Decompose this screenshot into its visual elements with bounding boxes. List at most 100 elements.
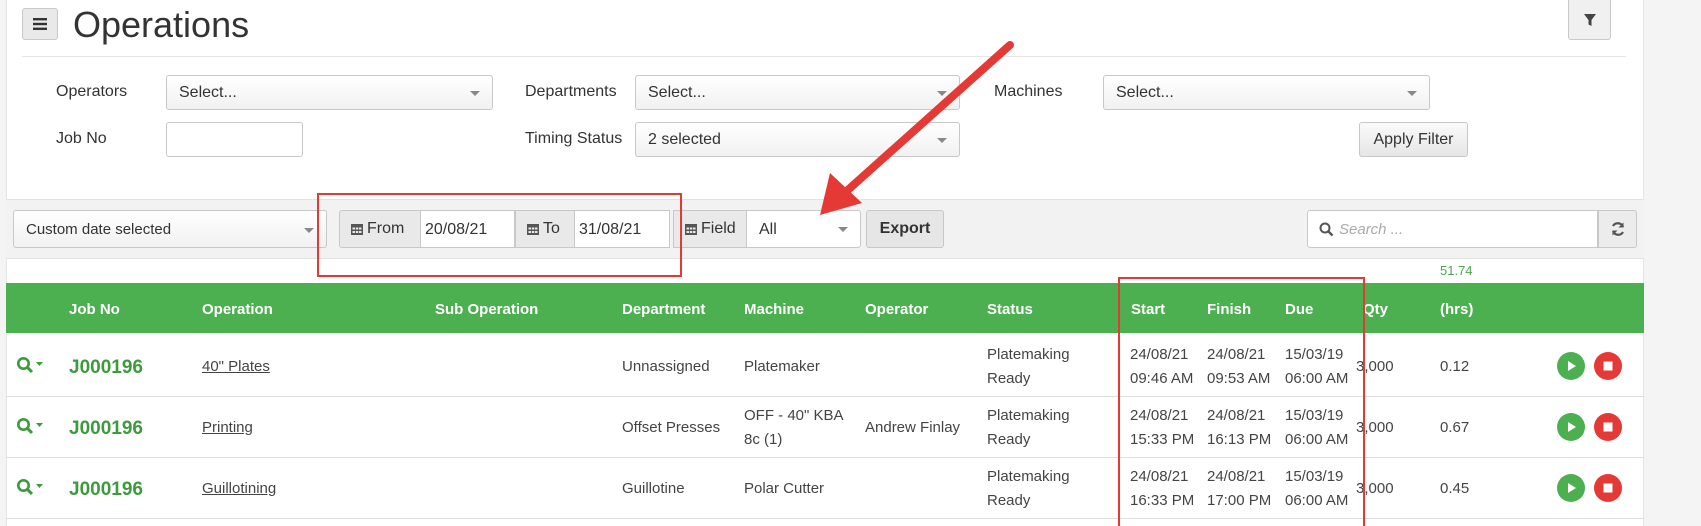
page-title: Operations	[73, 4, 250, 45]
column-header-finish[interactable]: Finish	[1207, 301, 1251, 318]
row-details-button[interactable]	[16, 478, 44, 501]
department-cell: Guillotine	[622, 480, 685, 497]
column-header-hrs[interactable]: (hrs)	[1440, 301, 1473, 318]
to-label: To	[543, 220, 560, 237]
status-line-2: Ready	[987, 431, 1031, 448]
calendar-icon	[685, 224, 697, 235]
status-line-1: Platemaking	[987, 468, 1070, 485]
department-cell: Offset Presses	[622, 419, 721, 436]
due-date: 15/03/19	[1285, 407, 1344, 424]
status-line-2: Ready	[987, 492, 1031, 509]
departments-select-value: Select...	[648, 84, 706, 101]
finish-time: 17:00 PM	[1207, 492, 1272, 509]
search-icon	[17, 418, 43, 435]
column-header-due[interactable]: Due	[1285, 301, 1313, 318]
search-icon	[17, 357, 43, 374]
stop-button[interactable]	[1594, 352, 1622, 380]
chevron-down-icon	[1407, 91, 1417, 96]
operators-label: Operators	[56, 83, 128, 100]
due-time: 06:00 AM	[1285, 492, 1349, 509]
start-date: 24/08/21	[1130, 407, 1189, 424]
qty-cell: 3,000	[1356, 358, 1394, 375]
due-date: 15/03/19	[1285, 346, 1344, 363]
date-preset-value: Custom date selected	[26, 221, 172, 238]
start-button[interactable]	[1557, 352, 1585, 380]
operation-link[interactable]: Printing	[202, 419, 253, 436]
job-no-link[interactable]: J000196	[69, 479, 143, 501]
stop-button[interactable]	[1594, 474, 1622, 502]
column-header-qty[interactable]: Qty	[1363, 301, 1388, 318]
start-time: 16:33 PM	[1130, 492, 1195, 509]
column-header-department[interactable]: Department	[622, 301, 705, 318]
from-date-input[interactable]: 20/08/21	[421, 210, 515, 248]
to-date-input[interactable]: 31/08/21	[575, 210, 670, 248]
column-header-machine[interactable]: Machine	[744, 301, 804, 318]
field-select-value: All	[759, 221, 777, 238]
job-no-link[interactable]: J000196	[69, 357, 143, 379]
calendar-icon	[527, 224, 539, 235]
stop-icon	[1603, 361, 1613, 371]
column-header-operator[interactable]: Operator	[865, 301, 928, 318]
column-header-status[interactable]: Status	[987, 301, 1033, 318]
chevron-down-icon	[304, 228, 314, 233]
column-header-start[interactable]: Start	[1131, 301, 1165, 318]
job-no-input[interactable]	[166, 122, 303, 157]
due-date: 15/03/19	[1285, 468, 1344, 485]
total-hours: 51.74	[1440, 263, 1473, 278]
finish-date: 24/08/21	[1207, 346, 1266, 363]
refresh-button[interactable]	[1598, 210, 1637, 248]
start-date: 24/08/21	[1130, 468, 1189, 485]
stop-button[interactable]	[1594, 413, 1622, 441]
finish-date: 24/08/21	[1207, 468, 1266, 485]
apply-filter-button[interactable]: Apply Filter	[1359, 122, 1468, 157]
annotation-arrow-icon	[820, 41, 1014, 215]
search-icon	[17, 479, 43, 496]
machines-select-value: Select...	[1116, 84, 1174, 101]
finish-time: 09:53 AM	[1207, 370, 1271, 387]
machine-line-2: 8c (1)	[744, 431, 783, 448]
start-time: 15:33 PM	[1130, 431, 1195, 448]
play-icon	[1568, 422, 1576, 432]
stop-icon	[1603, 483, 1613, 493]
field-addon: Field	[673, 210, 747, 248]
date-preset-select[interactable]: Custom date selected	[13, 210, 327, 248]
machine-cell: Platemaker	[744, 358, 820, 375]
machine-cell: Polar Cutter	[744, 480, 825, 497]
row-divider	[6, 457, 1644, 458]
hamburger-icon	[33, 18, 47, 30]
qty-cell: 3,000	[1356, 480, 1394, 497]
field-label: Field	[701, 220, 736, 237]
operation-link[interactable]: Guillotining	[202, 480, 276, 497]
status-line-1: Platemaking	[987, 346, 1070, 363]
operators-select[interactable]: Select...	[166, 75, 493, 110]
row-divider	[6, 396, 1644, 397]
row-details-button[interactable]	[16, 356, 44, 379]
refresh-icon	[1611, 222, 1624, 236]
status-line-1: Platemaking	[987, 407, 1070, 424]
hrs-cell: 0.12	[1440, 358, 1470, 375]
stop-icon	[1603, 422, 1613, 432]
start-button[interactable]	[1557, 474, 1585, 502]
finish-time: 16:13 PM	[1207, 431, 1272, 448]
row-details-button[interactable]	[16, 417, 44, 440]
finish-date: 24/08/21	[1207, 407, 1266, 424]
operation-link[interactable]: 40" Plates	[202, 358, 270, 375]
search-input[interactable]: Search ...	[1307, 210, 1598, 248]
play-icon	[1568, 483, 1576, 493]
job-no-link[interactable]: J000196	[69, 418, 143, 440]
start-time: 09:46 AM	[1130, 370, 1194, 387]
due-time: 06:00 AM	[1285, 431, 1349, 448]
column-header-operation[interactable]: Operation	[202, 301, 273, 318]
machines-select[interactable]: Select...	[1103, 75, 1430, 110]
qty-cell: 3,000	[1356, 419, 1394, 436]
start-date: 24/08/21	[1130, 346, 1189, 363]
from-date-addon: From	[339, 210, 421, 248]
play-icon	[1568, 361, 1576, 371]
column-header-sub-operation[interactable]: Sub Operation	[435, 301, 538, 318]
department-cell: Unnassigned	[622, 358, 710, 375]
menu-toggle-button[interactable]	[22, 8, 58, 40]
column-header-job-no[interactable]: Job No	[69, 301, 120, 318]
operator-cell: Andrew Finlay	[865, 419, 961, 436]
toggle-filter-button[interactable]	[1568, 0, 1611, 40]
start-button[interactable]	[1557, 413, 1585, 441]
